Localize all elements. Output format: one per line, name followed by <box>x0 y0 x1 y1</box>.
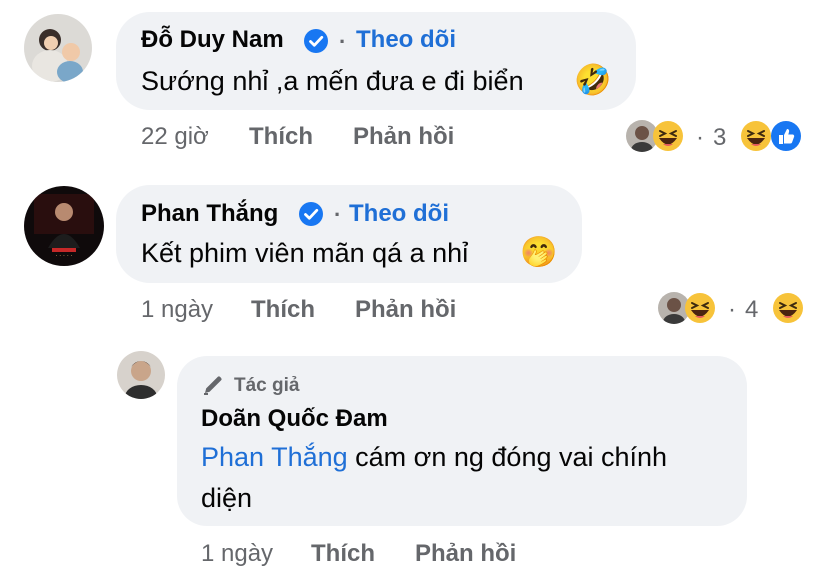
avatar-phan-thang[interactable]: · · · · · <box>24 186 104 266</box>
reply-author-name[interactable]: Doãn Quốc Đam <box>201 405 388 433</box>
pencil-icon <box>201 373 225 402</box>
follow-button[interactable]: Theo dõi <box>356 26 456 54</box>
verified-badge-icon <box>298 201 324 232</box>
comment-text: Sướng nhỉ ,a mến đưa e đi biển <box>141 66 524 96</box>
separator-dot: · <box>334 202 342 227</box>
haha-reaction-icon <box>740 120 772 157</box>
hand-over-mouth-emoji-icon: 🤭 <box>520 236 558 269</box>
like-button[interactable]: Thích <box>251 296 315 324</box>
rofl-emoji-icon: 🤣 <box>574 64 612 97</box>
reactions-separator-dot: · <box>728 296 736 323</box>
avatar-do-duy-nam[interactable] <box>24 14 92 82</box>
mention-link[interactable]: Phan Thắng <box>201 442 348 472</box>
haha-reaction-icon <box>684 292 716 329</box>
comment-timestamp[interactable]: 22 giờ <box>141 123 209 151</box>
like-button[interactable]: Thích <box>311 540 375 568</box>
comment-author-name[interactable]: Phan Thắng <box>141 200 278 228</box>
comment-timestamp[interactable]: 1 ngày <box>141 296 213 324</box>
verified-badge-icon <box>303 28 329 59</box>
follow-button[interactable]: Theo dõi <box>349 200 449 228</box>
like-button[interactable]: Thích <box>249 123 313 151</box>
reactions-summary[interactable]: · 4 <box>658 290 808 328</box>
haha-reaction-icon <box>652 120 684 157</box>
author-badge: Tác giả <box>234 375 300 396</box>
svg-text:· · · · ·: · · · · · <box>55 253 72 260</box>
like-reaction-icon <box>770 120 802 157</box>
reactions-count: 3 <box>713 124 727 151</box>
reply-button[interactable]: Phản hồi <box>415 540 516 568</box>
haha-reaction-icon <box>772 292 804 329</box>
reply-text-line2: diện <box>201 483 253 513</box>
reply-button[interactable]: Phản hồi <box>353 123 454 151</box>
reactions-summary[interactable]: · 3 <box>626 118 806 156</box>
reactions-count: 4 <box>745 296 759 323</box>
comment-author-name[interactable]: Đỗ Duy Nam <box>141 26 284 54</box>
avatar-doan-quoc-dam[interactable] <box>117 351 165 399</box>
reply-text: Phan Thắng cám ơn ng đóng vai chính <box>201 442 667 473</box>
comment-text: Kết phim viên mãn qá a nhỉ <box>141 238 469 268</box>
reply-timestamp[interactable]: 1 ngày <box>201 540 273 568</box>
reactions-separator-dot: · <box>696 124 704 151</box>
reply-text-line1: cám ơn ng đóng vai chính <box>347 442 668 472</box>
reply-button[interactable]: Phản hồi <box>355 296 456 324</box>
separator-dot: · <box>339 29 347 54</box>
